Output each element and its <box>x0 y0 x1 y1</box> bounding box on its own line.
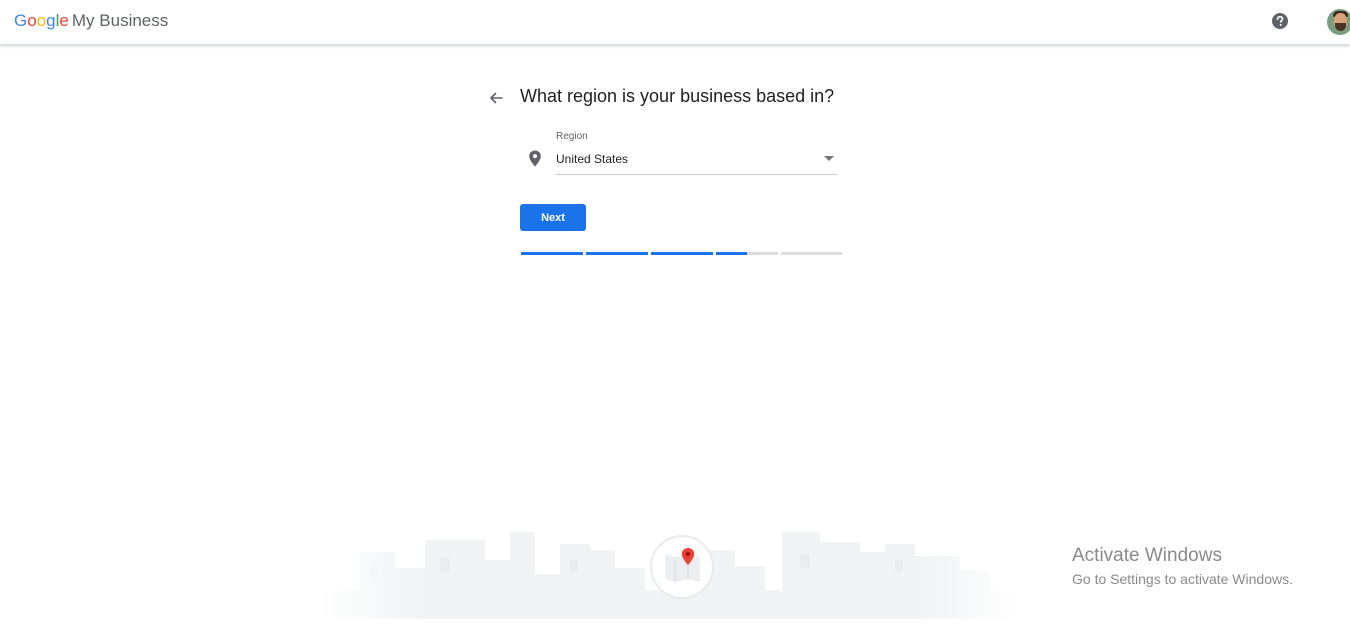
progress-segment <box>716 252 778 255</box>
account-avatar[interactable] <box>1327 9 1350 35</box>
help-icon[interactable] <box>1271 12 1289 30</box>
windows-activation-watermark: Activate Windows Go to Settings to activ… <box>1072 545 1293 587</box>
google-wordmark: Google <box>14 11 69 30</box>
progress-fill <box>521 252 583 255</box>
back-arrow-icon[interactable] <box>486 89 506 107</box>
product-name: My Business <box>71 11 169 30</box>
city-skyline-illustration <box>320 530 1020 619</box>
page-title: What region is your business based in? <box>520 86 835 106</box>
avatar-beard <box>1335 23 1346 31</box>
progress-fill <box>716 252 747 255</box>
top-app-bar: Google My Business <box>0 0 1350 45</box>
progress-segment <box>521 252 583 255</box>
progress-segment <box>586 252 648 255</box>
caret-down-icon <box>824 156 834 161</box>
progress-segment <box>781 252 842 255</box>
next-button[interactable]: Next <box>520 204 586 231</box>
google-my-business-logo[interactable]: Google My Business <box>14 11 168 31</box>
step-progress-bar <box>521 252 842 256</box>
watermark-title: Activate Windows <box>1072 545 1222 566</box>
progress-segment <box>651 252 713 255</box>
region-field-label: Region <box>556 131 588 142</box>
progress-fill <box>586 252 648 255</box>
progress-fill <box>651 252 713 255</box>
region-select-value: United States <box>556 152 629 166</box>
location-pin-icon <box>528 150 542 167</box>
region-select[interactable]: United States <box>556 146 837 175</box>
watermark-subtitle: Go to Settings to activate Windows. <box>1072 571 1293 587</box>
